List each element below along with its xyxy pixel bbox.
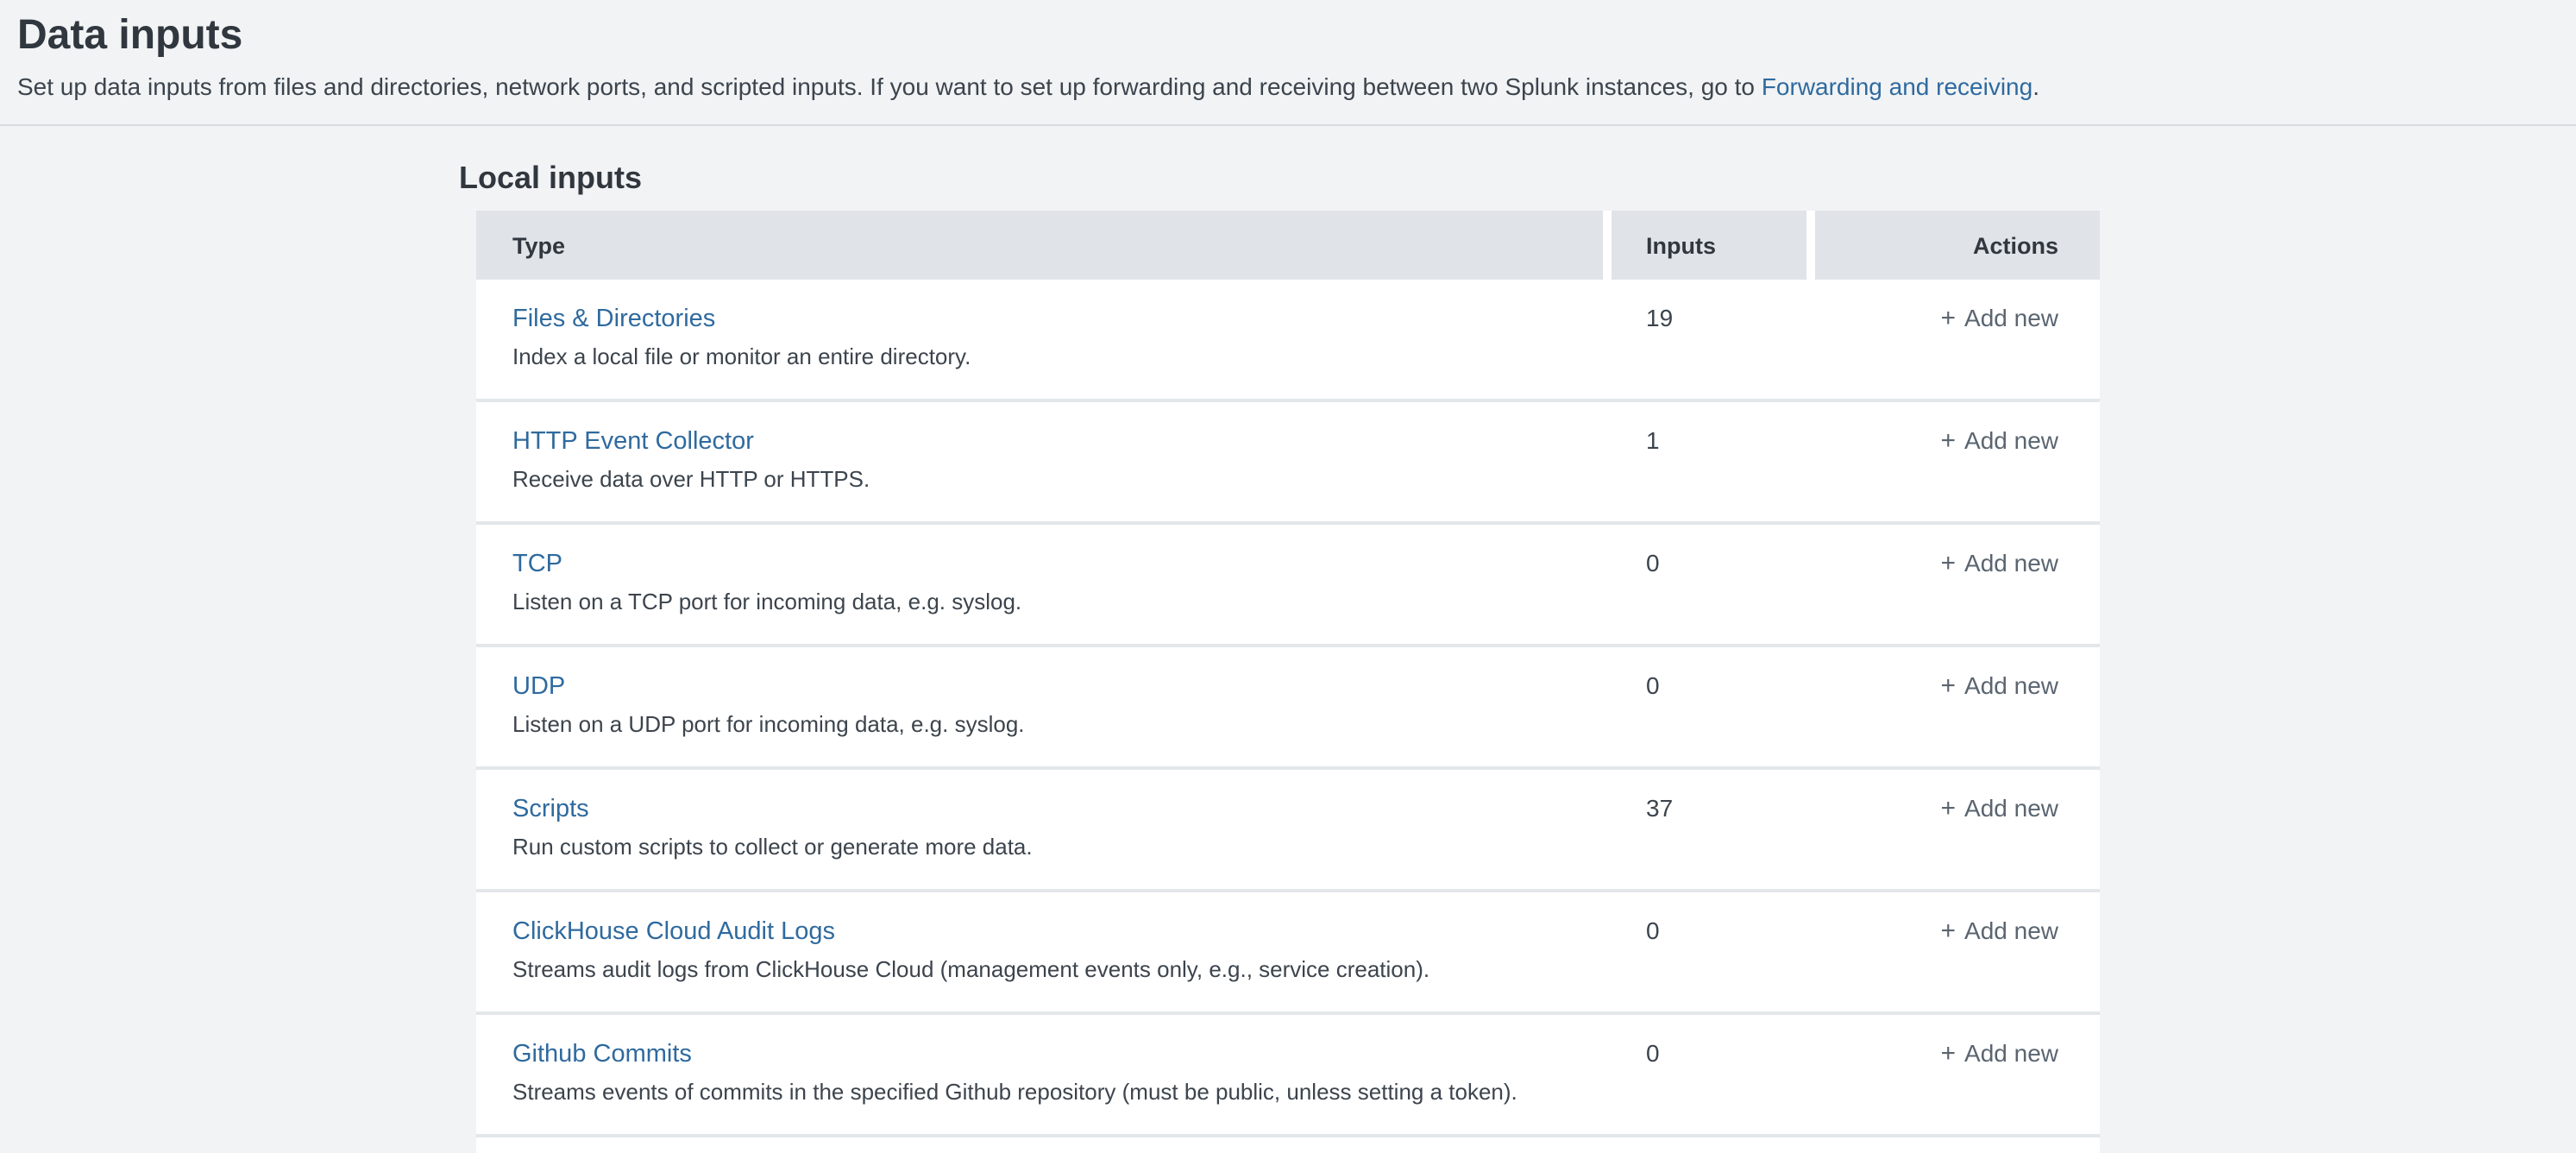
input-type-description: Listen on a UDP port for incoming data, … xyxy=(512,708,1603,740)
inputs-count: 37 xyxy=(1612,770,1806,889)
add-new-button[interactable]: + Add new xyxy=(1941,917,2059,944)
input-type-description: Listen on a TCP port for incoming data, … xyxy=(512,585,1603,618)
actions-cell: + Add new xyxy=(1815,892,2100,1011)
input-type-description: Run custom scripts to collect or generat… xyxy=(512,830,1603,863)
plus-icon: + xyxy=(1941,794,1957,823)
add-new-button[interactable]: +Add new xyxy=(1941,426,2059,454)
add-new-label: Add new xyxy=(1964,671,2058,699)
inputs-count: 0 xyxy=(1612,525,1806,644)
input-type-link-http-event-collector[interactable]: HTTP Event Collector xyxy=(512,425,754,459)
add-new-label: Add new xyxy=(1964,304,2058,331)
table-row: ClickHouse Cloud Audit Logs Streams audi… xyxy=(476,892,2100,1015)
input-type-description: Streams audit logs from ClickHouse Cloud… xyxy=(512,953,1603,986)
input-type-link-tcp[interactable]: TCP xyxy=(512,547,562,582)
add-new-button[interactable]: +Add new xyxy=(1941,1039,2059,1067)
type-cell: HTTP Event Collector Receive data over H… xyxy=(476,402,1603,521)
type-cell: Scripts Run custom scripts to collect or… xyxy=(476,770,1603,889)
input-type-description: Receive data over HTTP or HTTPS. xyxy=(512,463,1603,495)
content-container: Local inputs Type Inputs Actions Files &… xyxy=(459,159,2117,1153)
actions-cell: +Add new xyxy=(1815,647,2100,766)
table-row: UDP Listen on a UDP port for incoming da… xyxy=(476,647,2100,770)
type-cell: TCP Listen on a TCP port for incoming da… xyxy=(476,525,1603,644)
inputs-count: 0 xyxy=(1612,647,1806,766)
add-new-button[interactable]: + Add new xyxy=(1941,549,2059,576)
actions-cell: + Add new xyxy=(1815,280,2100,399)
plus-icon: + xyxy=(1941,426,1957,456)
type-cell: Files & Directories Index a local file o… xyxy=(476,280,1603,399)
add-new-button[interactable]: +Add new xyxy=(1941,671,2059,699)
table-row: HTTP Event Collector Receive data over H… xyxy=(476,402,2100,525)
add-new-label: Add new xyxy=(1964,426,2058,454)
table-row: Scripts Run custom scripts to collect or… xyxy=(476,770,2100,892)
forwarding-receiving-link[interactable]: Forwarding and receiving xyxy=(1762,72,2033,100)
add-new-button[interactable]: + Add new xyxy=(1941,304,2059,331)
plus-icon: + xyxy=(1941,304,1957,333)
plus-icon: + xyxy=(1941,671,1957,701)
plus-icon: + xyxy=(1941,1039,1957,1068)
page-subtitle: Set up data inputs from files and direct… xyxy=(17,71,2559,102)
column-header-type: Type xyxy=(476,211,1603,280)
add-new-label: Add new xyxy=(1964,1039,2058,1067)
inputs-count: 0 xyxy=(1612,1015,1806,1134)
column-header-actions: Actions xyxy=(1815,211,2100,280)
data-inputs-page: Data inputs Set up data inputs from file… xyxy=(0,0,2576,1151)
input-type-link-files-directories[interactable]: Files & Directories xyxy=(512,302,715,337)
plus-icon: + xyxy=(1941,917,1957,946)
page-header: Data inputs Set up data inputs from file… xyxy=(0,0,2576,126)
type-cell: Github Commits Streams events of commits… xyxy=(476,1015,1603,1134)
inputs-count: 19 xyxy=(1612,280,1806,399)
input-type-link-clickhouse-cloud-audit-logs[interactable]: ClickHouse Cloud Audit Logs xyxy=(512,915,835,949)
table-row: TCP Listen on a TCP port for incoming da… xyxy=(476,525,2100,647)
plus-icon: + xyxy=(1941,549,1957,578)
type-cell: ClickHouse Cloud Audit Logs Streams audi… xyxy=(476,892,1603,1011)
add-new-button[interactable]: +Add new xyxy=(1941,794,2059,822)
table-row: Files & Directories Index a local file o… xyxy=(476,280,2100,402)
inputs-count: 1 xyxy=(1612,402,1806,521)
page-title: Data inputs xyxy=(17,12,2559,60)
actions-cell: +Add new xyxy=(1815,770,2100,889)
table-row: Github Commits Streams events of commits… xyxy=(476,1015,2100,1137)
add-new-label: Add new xyxy=(1964,794,2058,822)
actions-cell: + Add new xyxy=(1815,525,2100,644)
input-type-link-scripts[interactable]: Scripts xyxy=(512,792,589,827)
table-row-partial xyxy=(476,1137,2100,1153)
actions-cell: +Add new xyxy=(1815,402,2100,521)
column-header-inputs: Inputs xyxy=(1612,211,1806,280)
page-subtitle-suffix: . xyxy=(2033,72,2039,100)
table-header-row: Type Inputs Actions xyxy=(476,211,2100,280)
actions-cell: +Add new xyxy=(1815,1015,2100,1134)
page-subtitle-text: Set up data inputs from files and direct… xyxy=(17,72,1762,100)
inputs-count: 0 xyxy=(1612,892,1806,1011)
input-type-link-github-commits[interactable]: Github Commits xyxy=(512,1037,692,1072)
add-new-label: Add new xyxy=(1964,549,2058,576)
input-type-link-udp[interactable]: UDP xyxy=(512,670,565,704)
local-inputs-table: Type Inputs Actions Files & Directories … xyxy=(476,211,2100,1153)
add-new-label: Add new xyxy=(1964,917,2058,944)
type-cell: UDP Listen on a UDP port for incoming da… xyxy=(476,647,1603,766)
section-title-local-inputs: Local inputs xyxy=(459,159,2117,197)
input-type-description: Streams events of commits in the specifi… xyxy=(512,1075,1603,1108)
input-type-description: Index a local file or monitor an entire … xyxy=(512,340,1603,373)
